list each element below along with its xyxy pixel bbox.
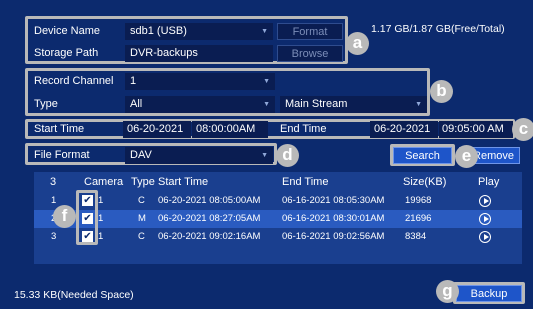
row-index: 3: [51, 231, 57, 242]
type-value: All: [130, 98, 143, 110]
device-name-select[interactable]: sdb1 (USB) ▼: [125, 23, 273, 40]
start-date-field[interactable]: 06-20-2021: [123, 121, 191, 138]
needed-space-text: 15.33 KB(Needed Space): [14, 289, 134, 301]
storage-path-label: Storage Path: [34, 47, 99, 59]
remove-button-label: Remove: [473, 150, 514, 162]
table-row[interactable]: 3 ✔ 1 C 06-20-2021 09:02:16AM 06-16-2021…: [34, 228, 522, 246]
callout-badge-e: e: [455, 145, 478, 168]
row-end: 06-16-2021 09:02:56AM: [282, 231, 385, 242]
play-icon[interactable]: [479, 213, 491, 225]
record-channel-select[interactable]: 1 ▼: [125, 73, 275, 90]
end-date-field[interactable]: 06-20-2021: [370, 121, 438, 138]
search-button[interactable]: Search: [393, 147, 452, 164]
record-channel-label: Record Channel: [34, 75, 114, 87]
stream-select[interactable]: Main Stream ▼: [280, 96, 427, 113]
chevron-down-icon: ▼: [261, 28, 268, 35]
table-row-selected[interactable]: 2 ✔ 1 M 06-20-2021 08:27:05AM 06-16-2021…: [34, 210, 522, 228]
type-label: Type: [34, 98, 58, 110]
file-format-label: File Format: [34, 149, 90, 161]
row-size: 21696: [405, 213, 432, 224]
row-size: 19968: [405, 195, 432, 206]
start-time-label: Start Time: [34, 123, 85, 135]
start-clock-field[interactable]: 08:00:00AM: [192, 121, 268, 138]
callout-badge-f: f: [53, 205, 76, 228]
stream-value: Main Stream: [285, 98, 348, 110]
end-time-label: End Time: [280, 123, 327, 135]
callout-badge-a: a: [346, 32, 369, 55]
device-name-label: Device Name: [34, 25, 101, 37]
play-icon[interactable]: [479, 195, 491, 207]
row-start: 06-20-2021 08:05:00AM: [158, 195, 261, 206]
chevron-down-icon: ▼: [263, 101, 270, 108]
play-icon[interactable]: [479, 231, 491, 243]
row-camera: 1: [98, 231, 104, 242]
row-start: 06-20-2021 08:27:05AM: [158, 213, 261, 224]
row-camera: 1: [98, 213, 104, 224]
row-start: 06-20-2021 09:02:16AM: [158, 231, 261, 242]
row-size: 8384: [405, 231, 427, 242]
device-name-value: sdb1 (USB): [130, 25, 187, 37]
row-type: C: [138, 231, 145, 242]
header-camera: Camera: [84, 176, 124, 188]
backup-button[interactable]: Backup: [456, 285, 522, 302]
row-end: 06-16-2021 08:05:30AM: [282, 195, 385, 206]
header-start-time: Start Time: [158, 176, 209, 188]
file-format-value: DAV: [130, 149, 152, 161]
row-type: C: [138, 195, 145, 206]
chevron-down-icon: ▼: [263, 78, 270, 85]
chevron-down-icon: ▼: [261, 152, 268, 159]
callout-badge-b: b: [430, 80, 453, 103]
header-count: 3: [50, 176, 57, 188]
browse-button[interactable]: Browse: [277, 45, 343, 62]
callout-box-f: [76, 190, 98, 245]
header-end-time: End Time: [282, 176, 329, 188]
table-row[interactable]: 1 ✔ 1 C 06-20-2021 08:05:00AM 06-16-2021…: [34, 192, 522, 210]
type-select[interactable]: All ▼: [125, 96, 275, 113]
callout-badge-d: d: [276, 144, 299, 167]
storage-path-field[interactable]: DVR-backups: [125, 45, 273, 62]
capacity-text: 1.17 GB/1.87 GB(Free/Total): [371, 23, 505, 35]
header-type: Type: [131, 176, 155, 188]
header-size: Size(KB): [403, 176, 447, 188]
row-camera: 1: [98, 195, 104, 206]
file-format-select[interactable]: DAV ▼: [125, 147, 273, 164]
record-channel-value: 1: [130, 75, 137, 87]
row-type: M: [138, 213, 146, 224]
format-button[interactable]: Format: [277, 23, 343, 40]
callout-badge-c: c: [512, 118, 533, 141]
row-end: 06-16-2021 08:30:01AM: [282, 213, 385, 224]
end-clock-field[interactable]: 09:05:00 AM: [439, 121, 513, 138]
chevron-down-icon: ▼: [415, 101, 422, 108]
header-play: Play: [478, 176, 500, 188]
callout-badge-g: g: [436, 280, 459, 303]
